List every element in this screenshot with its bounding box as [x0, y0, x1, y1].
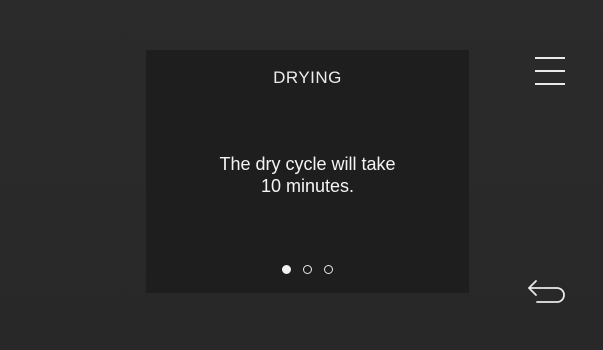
menu-button[interactable]	[533, 55, 567, 89]
page-dot-2[interactable]	[303, 265, 312, 274]
back-arrow-icon	[528, 280, 565, 303]
page-dot-3[interactable]	[324, 265, 333, 274]
message-line-2: 10 minutes.	[260, 176, 355, 196]
screen: DRYING The dry cycle will take 10 minute…	[0, 0, 603, 350]
page-indicator	[146, 265, 469, 274]
page-dot-1[interactable]	[282, 265, 291, 274]
info-panel: DRYING The dry cycle will take 10 minute…	[146, 50, 469, 293]
panel-message: The dry cycle will take 10 minutes.	[146, 153, 469, 197]
message-line-1: The dry cycle will take	[219, 154, 396, 174]
panel-title: DRYING	[273, 68, 342, 87]
back-button[interactable]	[525, 275, 569, 309]
